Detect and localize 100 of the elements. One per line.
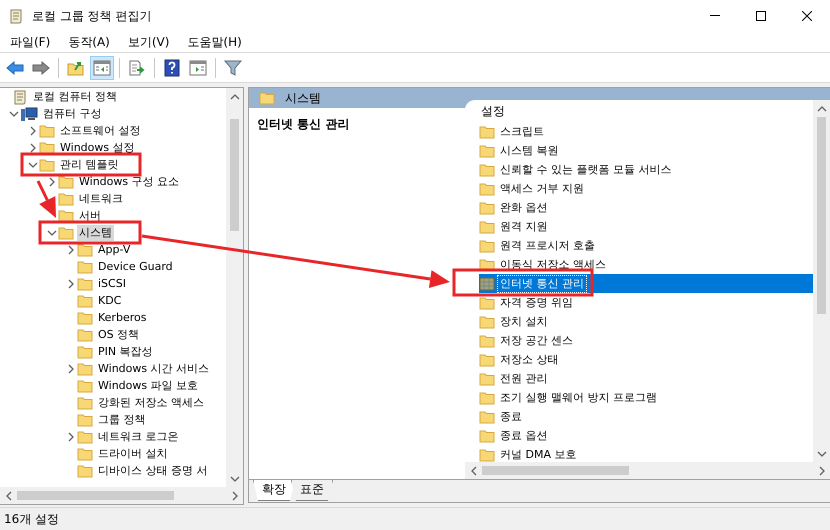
tree-item[interactable]: 서버 xyxy=(77,208,103,224)
tree-item[interactable]: 컴퓨터 구성 xyxy=(41,106,104,122)
expanded-chevron-icon[interactable] xyxy=(9,108,19,118)
folder-icon xyxy=(479,182,495,196)
scroll-left-icon xyxy=(468,466,478,476)
scrollbar-thumb[interactable] xyxy=(230,119,239,232)
list-item[interactable]: 완화 옵션 xyxy=(479,198,813,217)
view-tab[interactable]: 확장 xyxy=(253,480,295,501)
folder-icon xyxy=(77,378,93,392)
list-item[interactable]: 원격 지원 xyxy=(479,217,813,236)
expanded-chevron-icon[interactable] xyxy=(28,160,38,170)
folder-icon xyxy=(77,260,93,274)
tree-item[interactable]: 시스템 xyxy=(77,224,114,240)
scroll-down-icon xyxy=(816,448,826,458)
tree-item[interactable]: 관리 템플릿 xyxy=(58,156,120,172)
scroll-up-icon xyxy=(816,104,826,114)
list-item[interactable]: 장치 설치 xyxy=(479,312,813,331)
menu-item[interactable]: 보기(V) xyxy=(122,32,176,52)
folder-icon xyxy=(39,140,55,154)
tree-item[interactable]: Kerberos xyxy=(96,310,148,326)
tree-item[interactable]: 소프트웨어 설정 xyxy=(58,122,142,138)
tree-item[interactable]: OS 정책 xyxy=(96,326,142,342)
column-header[interactable]: 설정 xyxy=(479,102,813,121)
tree-item[interactable]: iSCSI xyxy=(96,276,128,292)
collapsed-chevron-icon[interactable] xyxy=(66,278,76,288)
scroll-left-icon xyxy=(4,490,14,500)
folder-icon xyxy=(77,464,93,478)
status-text: 16개 설정 xyxy=(4,510,60,528)
folder-icon xyxy=(77,344,93,358)
collapsed-chevron-icon[interactable] xyxy=(28,126,38,136)
list-item[interactable]: 전원 관리 xyxy=(479,369,813,388)
list-item[interactable]: 종료 옵션 xyxy=(479,426,813,445)
settings-folder-icon xyxy=(479,276,495,290)
computer-icon xyxy=(20,106,38,122)
folder-icon xyxy=(479,124,495,138)
tree-item[interactable]: App-V xyxy=(96,242,132,258)
tree-item[interactable]: 드라이버 설치 xyxy=(96,446,170,462)
tree-item[interactable]: Windows 파일 보호 xyxy=(96,378,200,394)
collapsed-chevron-icon[interactable] xyxy=(28,142,38,152)
tree-item[interactable]: 네트워크 xyxy=(77,190,125,206)
header-title: 시스템 xyxy=(285,90,321,106)
folder-icon xyxy=(479,352,495,366)
list-item[interactable]: 저장 공간 센스 xyxy=(479,331,813,350)
list-item[interactable]: 원격 프로시저 호출 xyxy=(479,236,813,255)
folder-icon xyxy=(58,226,74,240)
folder-icon xyxy=(479,238,495,252)
tree-item[interactable]: PIN 복잡성 xyxy=(96,344,155,360)
list-item[interactable]: 인터넷 통신 관리 xyxy=(479,274,813,293)
expanded-chevron-icon[interactable] xyxy=(47,228,57,238)
menu-item[interactable]: 도움말(H) xyxy=(181,32,248,52)
vertical-scrollbar[interactable] xyxy=(813,100,830,462)
collapsed-chevron-icon[interactable] xyxy=(66,244,76,254)
scrollbar-thumb[interactable] xyxy=(817,117,826,314)
tree-item[interactable]: 로컬 컴퓨터 정책 xyxy=(31,88,119,104)
scrollbar-thumb[interactable] xyxy=(17,491,174,500)
folder-icon xyxy=(77,396,93,410)
folder-icon xyxy=(479,314,495,328)
menu-item[interactable]: 동작(A) xyxy=(62,32,116,52)
menu-item[interactable]: 파일(F) xyxy=(4,32,56,52)
collapsed-chevron-icon[interactable] xyxy=(66,364,76,374)
list-item[interactable]: 신뢰할 수 있는 플랫폼 모듈 서비스 xyxy=(479,160,813,179)
tree-item[interactable]: Windows 시간 서비스 xyxy=(96,360,212,376)
list-item[interactable]: 액세스 거부 지원 xyxy=(479,179,813,198)
list-item[interactable]: 저장소 상태 xyxy=(479,350,813,369)
folder-icon xyxy=(479,296,495,310)
tree-item[interactable]: 네트워크 로그온 xyxy=(96,428,180,444)
vertical-scrollbar[interactable] xyxy=(226,88,243,487)
horizontal-scrollbar[interactable] xyxy=(0,487,243,504)
tree-item[interactable]: 디바이스 상태 증명 서 xyxy=(96,462,210,478)
folder-icon xyxy=(77,328,93,342)
list-item[interactable]: 자격 증명 위임 xyxy=(479,293,813,312)
minimize-icon xyxy=(710,15,720,17)
folder-icon xyxy=(77,446,93,460)
list-item[interactable]: 시스템 복원 xyxy=(479,141,813,160)
collapsed-chevron-icon[interactable] xyxy=(47,176,57,186)
maximize-icon xyxy=(756,11,766,21)
tree-item[interactable]: Device Guard xyxy=(96,258,175,274)
folder-icon xyxy=(479,334,495,348)
window-title: 로컬 그룹 정책 편집기 xyxy=(32,8,152,24)
tree-item[interactable]: Windows 구성 요소 xyxy=(77,174,182,190)
horizontal-scrollbar[interactable] xyxy=(465,462,830,479)
list-item[interactable]: 조기 실행 맬웨어 방지 프로그램 xyxy=(479,388,813,407)
tree-item[interactable]: Windows 설정 xyxy=(58,140,137,156)
list-item[interactable]: 스크립트 xyxy=(479,122,813,141)
folder-icon xyxy=(479,410,495,424)
scroll-right-icon xyxy=(230,490,240,500)
folder-icon xyxy=(479,200,495,214)
list-item[interactable]: 종료 xyxy=(479,407,813,426)
folder-icon xyxy=(58,174,74,188)
folder-icon xyxy=(58,208,74,222)
tree-item[interactable]: 강화된 저장소 액세스 xyxy=(96,394,206,410)
back-arrow-icon xyxy=(6,60,24,74)
folder-icon xyxy=(58,192,74,206)
tree-item[interactable]: KDC xyxy=(96,292,124,308)
collapsed-chevron-icon[interactable] xyxy=(66,432,76,442)
scrollbar-thumb[interactable] xyxy=(482,466,630,475)
list-item[interactable]: 커널 DMA 보호 xyxy=(479,445,813,462)
view-tab[interactable]: 표준 xyxy=(291,480,333,501)
folder-icon xyxy=(479,162,495,176)
tree-item[interactable]: 그룹 정책 xyxy=(96,412,148,428)
